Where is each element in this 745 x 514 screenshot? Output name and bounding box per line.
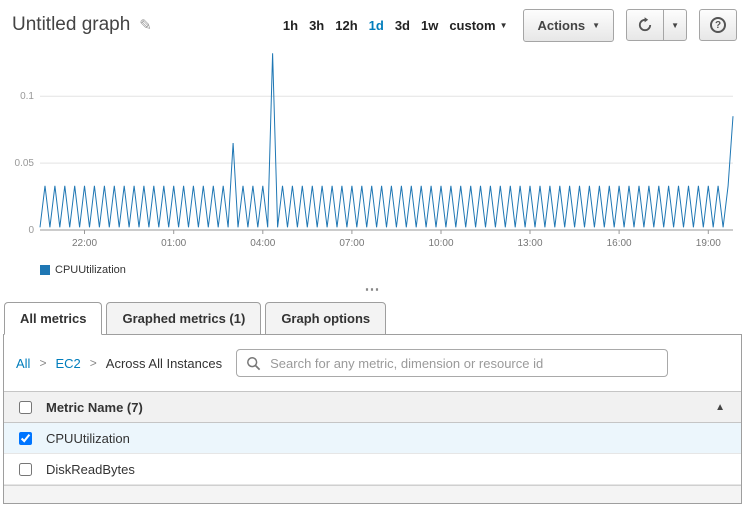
svg-text:10:00: 10:00 — [428, 238, 453, 249]
actions-label: Actions — [537, 18, 585, 33]
breadcrumb-link-all[interactable]: All — [16, 356, 30, 371]
metric-label: CPUUtilization — [46, 431, 741, 446]
svg-text:22:00: 22:00 — [72, 238, 97, 249]
time-range-1d[interactable]: 1d — [369, 18, 384, 33]
chevron-down-icon: ▼ — [592, 21, 600, 30]
custom-label: custom — [449, 18, 495, 33]
help-button[interactable]: ? — [699, 9, 737, 41]
actions-button[interactable]: Actions ▼ — [523, 9, 614, 42]
svg-text:01:00: 01:00 — [161, 238, 186, 249]
refresh-icon — [637, 17, 653, 33]
tab-all-metrics[interactable]: All metrics — [4, 302, 102, 335]
breadcrumb-link-ec2[interactable]: EC2 — [55, 356, 80, 371]
tab-graphed-metrics[interactable]: Graphed metrics (1) — [106, 302, 261, 335]
cpu-utilization-chart: 0 0.05 0.1 22:00 01:00 04:00 07:00 10:00 13:00 16… — [0, 46, 745, 260]
svg-text:19:00: 19:00 — [696, 238, 721, 249]
table-header-row[interactable]: Metric Name (7) ▲ — [4, 391, 741, 423]
svg-text:16:00: 16:00 — [607, 238, 632, 249]
chevron-down-icon: ▼ — [500, 21, 508, 30]
metric-search-box[interactable] — [236, 349, 668, 377]
legend-item[interactable]: CPUUtilization — [40, 262, 745, 278]
refresh-options-button[interactable]: ▼ — [663, 9, 687, 41]
metrics-browser: All metrics Graphed metrics (1) Graph op… — [3, 302, 742, 504]
legend-swatch — [40, 265, 50, 275]
time-range-12h[interactable]: 12h — [335, 18, 357, 33]
row-checkbox[interactable] — [19, 432, 32, 445]
time-range-1h[interactable]: 1h — [283, 18, 298, 33]
breadcrumb-separator: > — [90, 356, 97, 370]
svg-text:07:00: 07:00 — [339, 238, 364, 249]
table-row-diskreadbytes[interactable]: DiskReadBytes — [4, 454, 741, 485]
tabs-bar: All metrics Graphed metrics (1) Graph op… — [3, 302, 742, 335]
metrics-table: Metric Name (7) ▲ CPUUtilization DiskRea… — [4, 391, 741, 503]
legend-label: CPUUtilization — [55, 264, 126, 276]
svg-text:0.05: 0.05 — [15, 158, 35, 169]
metric-label: DiskReadBytes — [46, 462, 741, 477]
header-bar: Untitled graph ✎ 1h 3h 12h 1d 3d 1w cust… — [0, 0, 745, 44]
metric-name-column-header[interactable]: Metric Name (7) — [46, 400, 715, 415]
metric-graph-area: 0 0.05 0.1 22:00 01:00 04:00 07:00 10:00 13:00 16… — [0, 44, 745, 278]
edit-title-pencil-icon[interactable]: ✎ — [139, 16, 152, 34]
time-range-3h[interactable]: 3h — [309, 18, 324, 33]
refresh-button[interactable] — [626, 9, 664, 41]
time-range-selector: 1h 3h 12h 1d 3d 1w custom ▼ — [283, 18, 508, 33]
breadcrumb-separator: > — [39, 356, 46, 370]
time-range-1w[interactable]: 1w — [421, 18, 438, 33]
breadcrumb-search-row: All > EC2 > Across All Instances — [4, 335, 741, 391]
all-metrics-panel: All > EC2 > Across All Instances — [3, 335, 742, 504]
refresh-split-button: ▼ — [626, 9, 687, 41]
sort-ascending-icon[interactable]: ▲ — [715, 402, 725, 413]
table-row-partial[interactable] — [4, 485, 741, 503]
time-range-custom[interactable]: custom ▼ — [449, 18, 507, 33]
table-row-cpuutilization[interactable]: CPUUtilization — [4, 423, 741, 454]
chevron-down-icon: ▼ — [671, 21, 679, 30]
svg-text:13:00: 13:00 — [517, 238, 542, 249]
breadcrumb: All > EC2 > Across All Instances — [16, 356, 222, 371]
cloudwatch-metrics-page: Untitled graph ✎ 1h 3h 12h 1d 3d 1w cust… — [0, 0, 745, 504]
svg-text:04:00: 04:00 — [250, 238, 275, 249]
breadcrumb-current: Across All Instances — [106, 356, 222, 371]
tab-graph-options[interactable]: Graph options — [265, 302, 386, 335]
help-icon: ? — [710, 17, 726, 33]
svg-text:0.1: 0.1 — [20, 91, 34, 102]
panel-resize-handle[interactable]: ⋯ — [0, 284, 745, 300]
select-all-checkbox[interactable] — [19, 401, 32, 414]
page-title: Untitled graph — [12, 14, 130, 36]
row-checkbox[interactable] — [19, 463, 32, 476]
search-input[interactable] — [268, 355, 658, 372]
time-range-3d[interactable]: 3d — [395, 18, 410, 33]
svg-text:0: 0 — [28, 225, 34, 236]
search-icon — [246, 356, 261, 371]
